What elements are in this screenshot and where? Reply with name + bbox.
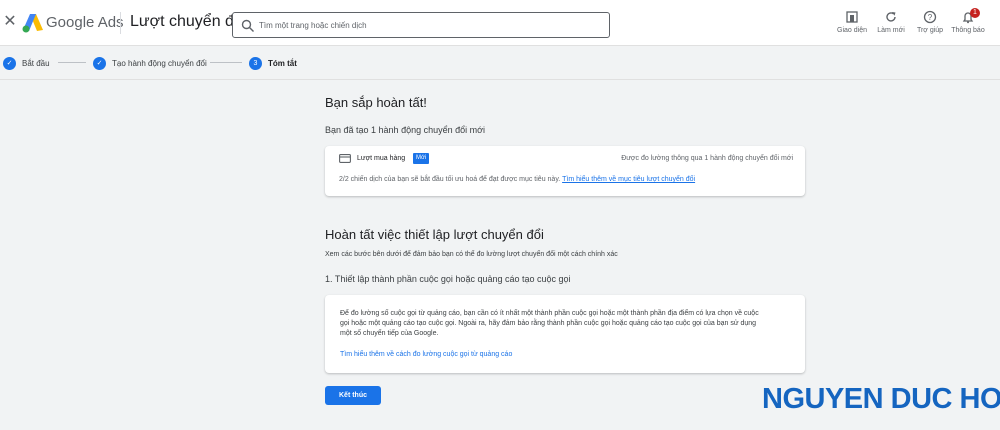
- watermark-logo: NGUYEN DUC HOA: [762, 382, 1000, 418]
- summary-subtitle: Bạn đã tạo 1 hành động chuyển đổi mới: [325, 125, 486, 135]
- setup-step1-title: 1. Thiết lập thành phần cuộc gọi hoặc qu…: [325, 274, 571, 284]
- page-title: Lượt chuyển đổi: [130, 13, 247, 30]
- step-connector: [58, 62, 86, 63]
- step-summary[interactable]: 3 Tóm tắt: [249, 56, 297, 70]
- campaign-text: 2/2 chiến dịch của bạn sẽ bắt đầu tối ưu…: [339, 176, 695, 183]
- call-setup-card: Để đo lường số cuộc gọi từ quảng cáo, bạ…: [325, 295, 805, 373]
- check-icon: ✓: [93, 56, 106, 70]
- help-button[interactable]: ? Trợ giúp: [910, 10, 950, 42]
- learn-more-calls-link[interactable]: Tìm hiểu thêm về cách đo lường cuộc gọi …: [340, 351, 512, 358]
- campaign-text-body: 2/2 chiến dịch của bạn sẽ bắt đầu tối ưu…: [339, 176, 561, 183]
- credit-card-icon: [339, 154, 351, 163]
- conversion-name: Lượt mua hàng: [357, 155, 406, 162]
- refresh-button[interactable]: Làm mới: [871, 10, 911, 42]
- help-icon: ?: [923, 10, 937, 24]
- step-number: 3: [249, 56, 262, 70]
- brand-name: Google Ads: [46, 14, 124, 31]
- summary-title: Bạn sắp hoàn tất!: [325, 95, 427, 110]
- new-badge: Mới: [413, 153, 430, 164]
- notification-badge: 1: [970, 8, 980, 18]
- step-connector: [210, 62, 242, 63]
- close-icon[interactable]: ✕: [2, 13, 18, 31]
- check-icon: ✓: [3, 56, 16, 70]
- appearance-button[interactable]: Giao diện: [832, 10, 872, 42]
- stepper: ✓ Bắt đầu ✓ Tạo hành động chuyển đổi 3 T…: [0, 46, 1000, 80]
- google-ads-logo-icon: [22, 14, 43, 33]
- conversion-card: Lượt mua hàng Mới Được đo lường thông qu…: [325, 146, 805, 196]
- header-divider: [120, 12, 121, 34]
- step-label: Tóm tắt: [268, 58, 297, 68]
- step-label: Bắt đầu: [22, 58, 50, 68]
- setup-title: Hoàn tất việc thiết lập lượt chuyển đổi: [325, 227, 544, 242]
- step-label: Tạo hành động chuyển đổi: [112, 58, 207, 68]
- appearance-label: Giao diện: [837, 27, 867, 34]
- setup-description: Xem các bước bên dưới để đảm bảo bạn có …: [325, 251, 618, 258]
- notifications-label: Thông báo: [951, 27, 985, 34]
- svg-text:?: ?: [928, 13, 933, 22]
- help-label: Trợ giúp: [916, 27, 944, 34]
- refresh-icon: [886, 12, 896, 22]
- search-icon: [241, 19, 254, 32]
- step-create-action[interactable]: ✓ Tạo hành động chuyển đổi: [93, 56, 207, 70]
- search-box[interactable]: [232, 12, 610, 38]
- watermark-text: NGUYEN DUC HOA: [762, 383, 1000, 415]
- measure-text: Được đo lường thông qua 1 hành động chuy…: [621, 155, 793, 162]
- appearance-icon: [846, 11, 858, 23]
- search-input[interactable]: [259, 16, 599, 34]
- notifications-button[interactable]: 1 Thông báo: [948, 8, 988, 42]
- learn-more-goals-link[interactable]: Tìm hiểu thêm về mục tiêu lượt chuyển đổ…: [562, 176, 695, 183]
- top-bar: ✕ Google Ads Lượt chuyển đổi Giao diện L…: [0, 0, 1000, 46]
- step-start[interactable]: ✓ Bắt đầu: [3, 56, 50, 70]
- refresh-label: Làm mới: [877, 27, 905, 34]
- call-setup-body: Để đo lường số cuộc gọi từ quảng cáo, bạ…: [340, 310, 759, 337]
- finish-button[interactable]: Kết thúc: [325, 386, 381, 405]
